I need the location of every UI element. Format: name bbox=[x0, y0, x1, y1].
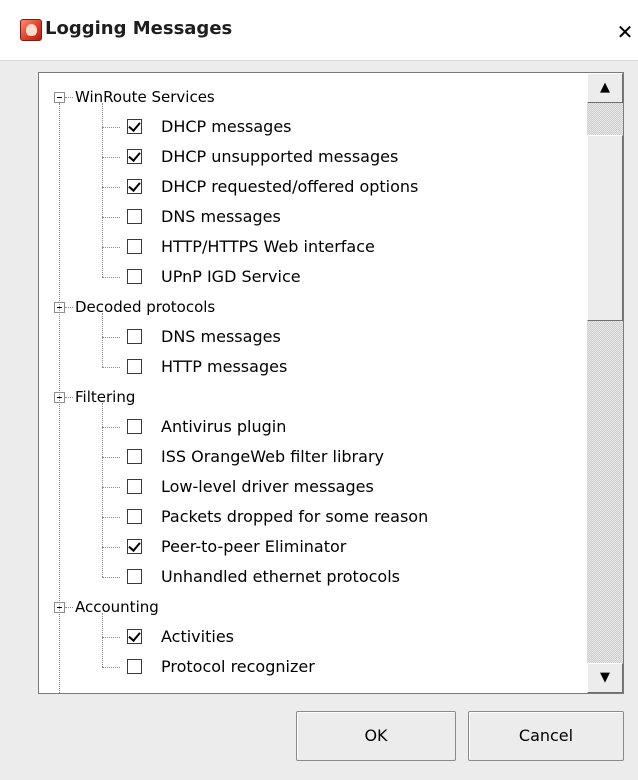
log-item-label[interactable]: Low-level driver messages bbox=[161, 477, 374, 497]
tree-connector bbox=[65, 397, 73, 398]
log-item-checkbox[interactable] bbox=[127, 509, 142, 524]
tree-connector bbox=[102, 613, 103, 667]
window-title: Logging Messages bbox=[45, 18, 233, 39]
tree-connector bbox=[102, 247, 120, 248]
tree-connector bbox=[65, 607, 73, 608]
tree-connector bbox=[102, 313, 103, 367]
log-item-checkbox[interactable] bbox=[127, 119, 142, 134]
log-item-label[interactable]: Unhandled ethernet protocols bbox=[161, 567, 400, 587]
tree-connector bbox=[102, 217, 120, 218]
tree-connector bbox=[102, 487, 120, 488]
tree-connector bbox=[102, 187, 120, 188]
log-item-checkbox[interactable] bbox=[127, 479, 142, 494]
tree-connector bbox=[102, 637, 120, 638]
log-item-checkbox[interactable] bbox=[127, 149, 142, 164]
tree-connector bbox=[102, 337, 120, 338]
logging-messages-dialog: Logging Messages ✕ WinRoute Services DHCP… bbox=[0, 0, 638, 780]
log-item-checkbox[interactable] bbox=[127, 269, 142, 284]
log-item-checkbox[interactable] bbox=[127, 449, 142, 464]
tree-connector bbox=[102, 403, 103, 577]
expand-collapse-toggle[interactable] bbox=[54, 92, 65, 103]
tree-connector bbox=[65, 97, 73, 98]
tree-group-label[interactable]: Filtering bbox=[75, 387, 135, 407]
log-item-label[interactable]: Packets dropped for some reason bbox=[161, 507, 428, 527]
tree-connector bbox=[102, 127, 120, 128]
scroll-thumb[interactable] bbox=[587, 135, 623, 321]
log-item-checkbox[interactable] bbox=[127, 179, 142, 194]
tree-connector bbox=[102, 157, 120, 158]
tree-connector bbox=[102, 547, 120, 548]
log-item-label[interactable]: DHCP messages bbox=[161, 117, 292, 137]
log-item-label[interactable]: Peer-to-peer Eliminator bbox=[161, 537, 346, 557]
log-item-label[interactable]: ISS OrangeWeb filter library bbox=[161, 447, 384, 467]
ok-button[interactable]: OK bbox=[296, 711, 456, 761]
tree-connector bbox=[102, 103, 103, 277]
scroll-down-button[interactable]: ▼ bbox=[587, 663, 623, 693]
tree-group-label[interactable]: WinRoute Services bbox=[75, 87, 215, 107]
log-item-label[interactable]: DHCP requested/offered options bbox=[161, 177, 418, 197]
log-item-checkbox[interactable] bbox=[127, 659, 142, 674]
app-logo-icon bbox=[20, 19, 42, 41]
log-item-checkbox[interactable] bbox=[127, 419, 142, 434]
log-item-checkbox[interactable] bbox=[127, 239, 142, 254]
log-item-label[interactable]: UPnP IGD Service bbox=[161, 267, 301, 287]
message-tree: WinRoute Services DHCP messages DHCP unsup… bbox=[39, 73, 587, 693]
log-item-label[interactable]: Activities bbox=[161, 627, 234, 647]
tree-connector bbox=[102, 427, 120, 428]
log-item-checkbox[interactable] bbox=[127, 629, 142, 644]
log-item-checkbox[interactable] bbox=[127, 539, 142, 554]
scroll-up-button[interactable]: ▲ bbox=[587, 73, 623, 103]
log-item-label[interactable]: Antivirus plugin bbox=[161, 417, 286, 437]
log-item-checkbox[interactable] bbox=[127, 359, 142, 374]
title-bar: Logging Messages ✕ bbox=[0, 0, 638, 61]
vertical-scrollbar[interactable]: ▲ ▼ bbox=[587, 73, 623, 693]
tree-group-label[interactable]: Accounting bbox=[75, 597, 159, 617]
tree-connector bbox=[65, 307, 73, 308]
tree-connector bbox=[102, 277, 120, 278]
tree-connector bbox=[102, 457, 120, 458]
log-item-checkbox[interactable] bbox=[127, 569, 142, 584]
log-item-label[interactable]: Protocol recognizer bbox=[161, 657, 315, 677]
tree-connector bbox=[102, 367, 120, 368]
log-item-label[interactable]: HTTP/HTTPS Web interface bbox=[161, 237, 375, 257]
log-item-label[interactable]: DNS messages bbox=[161, 327, 281, 347]
log-item-label[interactable]: DHCP unsupported messages bbox=[161, 147, 398, 167]
logging-messages-list[interactable]: WinRoute Services DHCP messages DHCP unsup… bbox=[38, 72, 624, 694]
log-item-label[interactable]: HTTP messages bbox=[161, 357, 287, 377]
cancel-button[interactable]: Cancel bbox=[468, 711, 624, 761]
tree-connector bbox=[59, 103, 60, 693]
tree-connector bbox=[102, 667, 120, 668]
log-item-label[interactable]: DNS messages bbox=[161, 207, 281, 227]
close-button[interactable]: ✕ bbox=[612, 20, 638, 44]
tree-connector bbox=[102, 517, 120, 518]
tree-group-label[interactable]: Decoded protocols bbox=[75, 297, 215, 317]
log-item-checkbox[interactable] bbox=[127, 209, 142, 224]
log-item-checkbox[interactable] bbox=[127, 329, 142, 344]
tree-connector bbox=[102, 577, 120, 578]
